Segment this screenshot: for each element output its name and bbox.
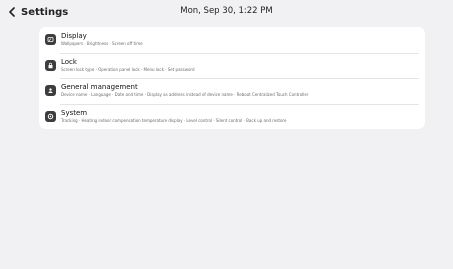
settings-item-subtitle: Screen lock type · Operation panel lock … <box>61 66 195 72</box>
settings-item-lock[interactable]: Lock Screen lock type · Operation panel … <box>39 52 425 79</box>
settings-item-general-management[interactable]: General management Device name · Languag… <box>39 78 425 104</box>
display-icon <box>45 34 56 46</box>
settings-item-display[interactable]: Display Wallpapers · Brightness · Screen… <box>39 27 425 53</box>
settings-item-subtitle: Tracking · Heating indoor compensation t… <box>61 117 287 123</box>
settings-card: Display Wallpapers · Brightness · Screen… <box>39 27 425 129</box>
settings-item-title: Display <box>61 32 87 41</box>
lock-icon <box>45 59 56 71</box>
settings-item-title: Lock <box>61 57 77 66</box>
user-icon <box>45 85 56 97</box>
top-bar: Settings Mon, Sep 30, 1:22 PM <box>0 0 453 24</box>
settings-item-title: General management <box>61 83 138 92</box>
settings-item-subtitle: Device name · Language · Date and time ·… <box>61 92 309 98</box>
settings-item-subtitle: Wallpapers · Brightness · Screen off tim… <box>61 41 143 47</box>
settings-item-system[interactable]: System Tracking · Heating indoor compens… <box>39 103 425 130</box>
status-datetime: Mon, Sep 30, 1:22 PM <box>180 6 273 16</box>
settings-item-title: System <box>61 108 88 117</box>
gear-icon <box>45 110 56 122</box>
